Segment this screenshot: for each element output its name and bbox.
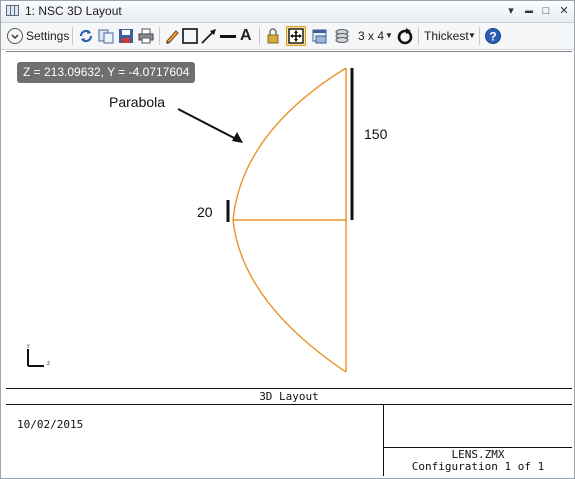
toolbar: Settings A 3 x 4 ▼ Thickest ▼ ? xyxy=(1,23,574,50)
settings-chevron-icon[interactable] xyxy=(7,28,23,44)
line-arrow-icon[interactable] xyxy=(200,27,218,45)
pin-dropdown-icon[interactable]: ▾ xyxy=(503,3,519,19)
text-tool-icon[interactable]: A xyxy=(240,26,252,46)
lock-icon[interactable] xyxy=(264,27,282,45)
toolbar-separator xyxy=(159,27,160,45)
nsc-3d-layout-window: 1: NSC 3D Layout ▾ ▬ □ ✕ Settings A 3 x … xyxy=(0,0,575,479)
fit-view-icon[interactable] xyxy=(286,26,306,46)
footer-date: 10/02/2015 xyxy=(17,418,84,431)
pencil-icon[interactable] xyxy=(163,27,181,45)
window-icon[interactable] xyxy=(311,27,329,45)
toolbar-separator xyxy=(479,27,480,45)
minimize-button[interactable]: ▬ xyxy=(521,3,537,19)
rectangle-icon[interactable] xyxy=(181,27,199,45)
layers-icon[interactable] xyxy=(333,27,351,45)
layout-plot-canvas[interactable]: Z = 213.09632, Y = -4.0717604 Parabola 1… xyxy=(6,51,572,389)
window-title: 1: NSC 3D Layout xyxy=(25,4,122,18)
grid-layout-dropdown[interactable]: 3 x 4 xyxy=(358,26,384,46)
svg-text:?: ? xyxy=(489,30,496,44)
thickness-dropdown-arrow-icon[interactable]: ▼ xyxy=(468,26,476,46)
title-bar: 1: NSC 3D Layout ▾ ▬ □ ✕ xyxy=(1,1,574,23)
refresh-icon[interactable] xyxy=(77,27,95,45)
toolbar-separator xyxy=(259,27,260,45)
copy-icon[interactable] xyxy=(97,27,115,45)
line-icon[interactable] xyxy=(219,27,237,45)
help-icon[interactable]: ? xyxy=(484,27,502,45)
footer-file-info: LENS.ZMX Configuration 1 of 1 xyxy=(384,449,572,473)
maximize-button[interactable]: □ xyxy=(538,3,554,19)
toolbar-separator xyxy=(418,27,419,45)
line-thickness-dropdown[interactable]: Thickest xyxy=(424,26,469,46)
lens-layout-drawing xyxy=(27,67,354,373)
print-icon[interactable] xyxy=(137,27,155,45)
axis-z-label: z xyxy=(47,361,50,367)
footer-title: 3D Layout xyxy=(6,389,572,405)
toolbar-separator xyxy=(72,27,73,45)
rotate-icon[interactable] xyxy=(396,27,414,45)
settings-button[interactable]: Settings xyxy=(26,26,69,46)
window-app-icon xyxy=(6,5,19,16)
annotation-arrow-line xyxy=(177,108,239,141)
close-button[interactable]: ✕ xyxy=(556,3,572,19)
axis-y-label: y xyxy=(27,343,30,349)
layout-footer-titleblock: 3D Layout 10/02/2015 LENS.ZMX Configurat… xyxy=(6,388,572,476)
footer-configuration: Configuration 1 of 1 xyxy=(411,460,545,473)
save-icon[interactable] xyxy=(117,27,135,45)
grid-dropdown-arrow-icon[interactable]: ▼ xyxy=(385,26,393,46)
